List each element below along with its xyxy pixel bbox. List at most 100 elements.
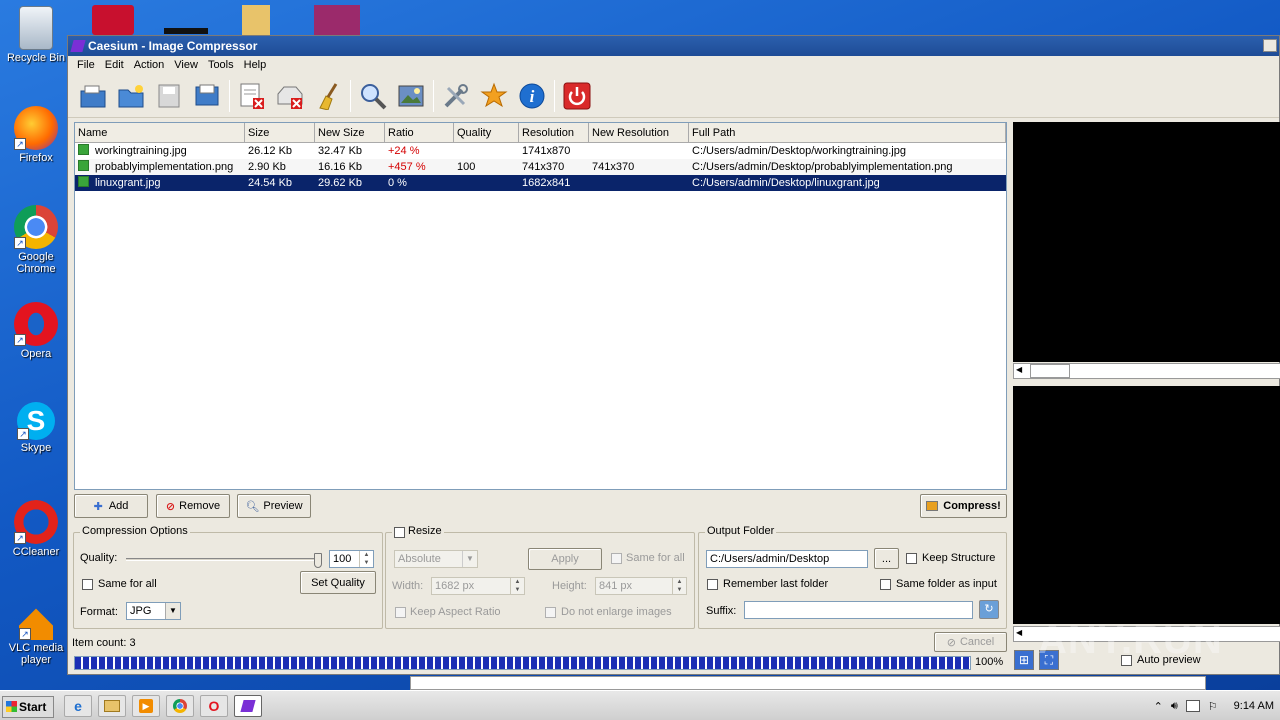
export-icon[interactable] [191, 80, 223, 112]
desktop-icon-ccleaner[interactable]: ↗ CCleaner [1, 500, 71, 558]
column-header-new-size[interactable]: New Size [315, 123, 385, 142]
menu-view[interactable]: View [169, 59, 203, 71]
remember-last-checkbox[interactable] [707, 579, 718, 590]
column-header-new-resolution[interactable]: New Resolution [589, 123, 689, 142]
compress-button[interactable]: Compress! [920, 494, 1007, 518]
column-header-resolution[interactable]: Resolution [519, 123, 589, 142]
quality-slider[interactable] [126, 553, 322, 568]
resize-same-for-all-checkbox[interactable] [611, 553, 622, 564]
spin-arrows-icon[interactable]: ▲ ▼ [510, 578, 524, 594]
exit-icon[interactable] [561, 80, 593, 112]
spin-arrows-icon[interactable]: ▲ ▼ [672, 578, 686, 594]
update-icon[interactable] [478, 80, 510, 112]
spin-arrows-icon[interactable]: ▲ ▼ [359, 551, 373, 567]
menu-file[interactable]: File [72, 59, 100, 71]
menu-action[interactable]: Action [129, 59, 170, 71]
fit-view-icon[interactable]: ⊞ [1014, 650, 1034, 670]
cancel-button[interactable]: ⊘ Cancel [934, 632, 1007, 652]
height-spinbox[interactable]: 841 px ▲ ▼ [595, 577, 687, 595]
title-bar[interactable]: Caesium - Image Compressor [68, 36, 1279, 56]
taskbar: Start e ▶ O ⌃ 🔊︎ ⚐ 9:14 AM [0, 690, 1280, 720]
same-as-input-checkbox[interactable] [880, 579, 891, 590]
volume-icon[interactable]: 🔊︎ [1171, 700, 1178, 713]
winrar-icon[interactable] [314, 5, 360, 35]
menu-edit[interactable]: Edit [100, 59, 129, 71]
preview-image-icon[interactable] [395, 80, 427, 112]
taskbar-ie[interactable]: e [64, 695, 92, 717]
desktop-icon-recycle-bin[interactable]: Recycle Bin [1, 6, 71, 64]
preview-button[interactable]: 🔍︎ Preview [237, 494, 311, 518]
desktop-icon-firefox[interactable]: ↗ Firefox [1, 106, 71, 164]
set-quality-button[interactable]: Set Quality [300, 571, 376, 594]
minimize-button[interactable] [1263, 39, 1277, 52]
column-header-name[interactable]: Name [75, 123, 245, 142]
table-row[interactable]: probablyimplementation.png 2.90 Kb 16.16… [75, 159, 1006, 175]
shortcut-arrow-icon: ↗ [14, 532, 26, 544]
format-select[interactable]: JPG ▼ [126, 602, 181, 620]
quality-spinbox[interactable]: 100 ▲ ▼ [329, 550, 374, 568]
acrobat-icon[interactable] [92, 5, 134, 35]
save-icon[interactable] [153, 80, 185, 112]
folder-icon[interactable] [242, 5, 270, 35]
clock[interactable]: 9:14 AM [1234, 700, 1274, 712]
table-row[interactable]: workingtraining.jpg 26.12 Kb 32.47 Kb +2… [75, 143, 1006, 159]
action-center-flag-icon[interactable]: ⚐ [1208, 700, 1218, 713]
taskbar-caesium[interactable] [234, 695, 262, 717]
desktop-icon-opera[interactable]: ↗ Opera [1, 302, 71, 360]
scroll-thumb[interactable] [1030, 364, 1070, 378]
resize-mode-select[interactable]: Absolute ▼ [394, 550, 478, 568]
output-folder-group: Output Folder C:/Users/admin/Desktop ...… [698, 525, 1007, 629]
clean-icon[interactable] [312, 80, 344, 112]
slider-thumb[interactable] [314, 553, 322, 568]
cell-new-resolution: 741x370 [592, 161, 635, 173]
taskbar-explorer[interactable] [98, 695, 126, 717]
chevron-down-icon[interactable]: ▼ [165, 603, 180, 619]
format-value: JPG [130, 605, 152, 617]
settings-icon[interactable] [440, 80, 472, 112]
desktop-icon-chrome[interactable]: ↗ Google Chrome [1, 205, 71, 275]
keep-structure-checkbox[interactable] [906, 553, 917, 564]
taskbar-chrome[interactable] [166, 695, 194, 717]
refresh-icon[interactable]: ↻ [979, 600, 999, 619]
remove-button[interactable]: ⊘ Remove [156, 494, 230, 518]
no-enlarge-checkbox[interactable] [545, 607, 556, 618]
width-spinbox[interactable]: 1682 px ▲ ▼ [431, 577, 525, 595]
output-path-field[interactable]: C:/Users/admin/Desktop [706, 550, 868, 568]
cell-new-resolution [589, 143, 689, 159]
table-row-selected[interactable]: linuxgrant.jpg 24.54 Kb 29.62 Kb 0 % 168… [75, 175, 1006, 191]
suffix-field[interactable] [744, 601, 973, 619]
file-list[interactable]: Name Size New Size Ratio Quality Resolut… [74, 122, 1007, 490]
column-header-size[interactable]: Size [245, 123, 315, 142]
start-button[interactable]: Start [2, 696, 54, 718]
preview-scrollbar-top[interactable]: ◀ [1013, 363, 1280, 379]
show-hidden-icons-icon[interactable]: ⌃ [1154, 700, 1163, 713]
open-folder-icon[interactable] [115, 80, 147, 112]
width-label: Width: [392, 580, 424, 592]
scroll-left-icon[interactable]: ◀ [1016, 628, 1022, 637]
same-for-all-label: Same for all [98, 578, 157, 590]
remove-item-icon[interactable] [236, 80, 268, 112]
clear-list-icon[interactable] [274, 80, 306, 112]
info-icon[interactable]: i [516, 80, 548, 112]
apply-button[interactable]: Apply [528, 548, 602, 570]
chevron-down-icon[interactable]: ▼ [462, 551, 477, 567]
menu-tools[interactable]: Tools [203, 59, 239, 71]
resize-checkbox[interactable] [394, 527, 405, 538]
menu-help[interactable]: Help [239, 59, 272, 71]
zoom-icon[interactable] [357, 80, 389, 112]
scroll-left-icon[interactable]: ◀ [1016, 365, 1022, 374]
same-for-all-checkbox[interactable] [82, 579, 93, 590]
desktop-icon-vlc[interactable]: ↗ VLC media player [1, 596, 71, 666]
column-header-full-path[interactable]: Full Path [689, 123, 1006, 142]
taskbar-opera[interactable]: O [200, 695, 228, 717]
browse-button[interactable]: ... [874, 548, 899, 569]
taskbar-media-player[interactable]: ▶ [132, 695, 160, 717]
desktop-icon-skype[interactable]: S ↗ Skype [1, 402, 71, 454]
add-button[interactable]: ✚ Add [74, 494, 148, 518]
keep-aspect-checkbox[interactable] [395, 607, 406, 618]
column-header-ratio[interactable]: Ratio [385, 123, 454, 142]
open-files-icon[interactable] [77, 80, 109, 112]
column-header-quality[interactable]: Quality [454, 123, 519, 142]
black-app-icon[interactable] [164, 28, 208, 34]
network-icon[interactable] [1185, 700, 1200, 712]
